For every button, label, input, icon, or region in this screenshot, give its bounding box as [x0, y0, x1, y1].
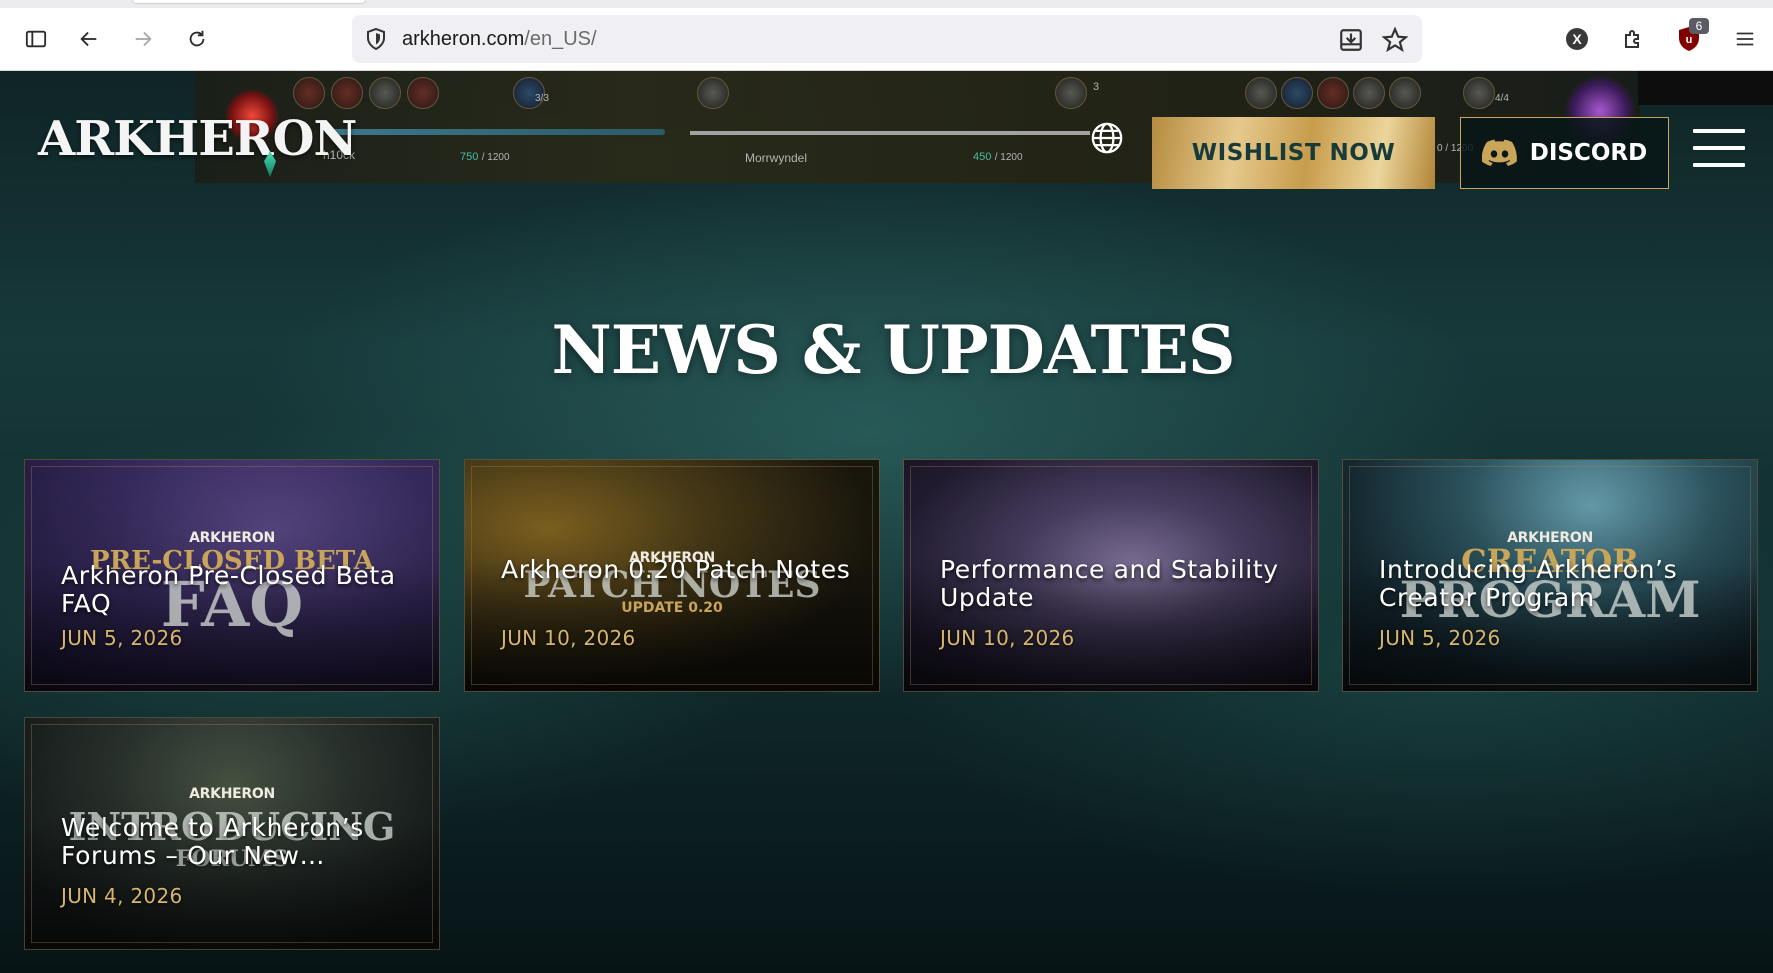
arkheron-logo[interactable]: ARKHERON — [38, 109, 357, 169]
card-art-line2: UPDATE 0.20 — [621, 600, 723, 616]
ability-slot — [697, 77, 729, 109]
wishlist-now-button[interactable]: WISHLIST NOW — [1152, 117, 1435, 189]
ability-slot — [331, 77, 363, 109]
news-card-forums[interactable]: ARKHERON INTRODUCING FORUMS Welcome to A… — [24, 717, 440, 950]
page-content: 3/3 3 4/4 h10ck 750 / 1200 Morrwyndel 45… — [0, 71, 1773, 973]
bookmark-star-icon[interactable] — [1382, 27, 1408, 53]
extension-x-label: X — [1566, 28, 1588, 50]
card-art-brand: ARKHERON — [189, 786, 275, 802]
news-card-creator-program[interactable]: ARKHERON CREATOR PROGRAM Introducing Ark… — [1342, 459, 1758, 692]
hud-count-right: 4/4 — [1495, 93, 1509, 104]
hud-bar-center — [690, 131, 1090, 135]
card-date: JUN 10, 2026 — [501, 626, 636, 650]
news-card-beta-faq[interactable]: ARKHERON PRE-CLOSED BETA FAQ Arkheron Pr… — [24, 459, 440, 692]
hud-left-value: 750 — [460, 151, 479, 163]
logo-text: ARKHERON — [38, 111, 357, 167]
card-date: JUN 5, 2026 — [1379, 626, 1501, 650]
url-text[interactable]: arkheron.com/en_US/ — [402, 15, 597, 63]
extensions-puzzle-icon[interactable] — [1616, 22, 1650, 56]
card-title[interactable]: Arkheron 0.20 Patch Notes — [501, 556, 861, 584]
card-title[interactable]: Performance and Stability Update — [940, 556, 1300, 612]
hud-right-max: / 1200 — [994, 152, 1023, 163]
ability-slot — [1389, 77, 1421, 109]
discord-label: DISCORD — [1529, 140, 1648, 166]
tab-strip — [0, 0, 1773, 8]
sidebar-toggle-icon[interactable] — [19, 22, 53, 56]
ability-slot — [1353, 77, 1385, 109]
ublock-badge: 6 — [1689, 18, 1709, 34]
hud-count-mid: 3 — [1093, 81, 1100, 93]
active-tab[interactable] — [132, 0, 366, 4]
ability-slot — [1245, 77, 1277, 109]
language-globe-icon[interactable] — [1090, 121, 1124, 155]
hud-bar-left — [325, 129, 665, 135]
hamburger-menu-icon[interactable] — [1693, 129, 1745, 167]
browser-toolbar: arkheron.com/en_US/ X u 6 — [0, 0, 1773, 71]
back-arrow-icon[interactable] — [72, 22, 106, 56]
url-path: /en_US/ — [524, 28, 597, 50]
ability-slot — [1281, 77, 1313, 109]
discord-button[interactable]: DISCORD — [1460, 117, 1669, 189]
card-date: JUN 5, 2026 — [61, 626, 183, 650]
url-host: arkheron.com — [402, 28, 525, 50]
extension-x-icon[interactable]: X — [1560, 22, 1594, 56]
forward-arrow-icon[interactable] — [126, 22, 160, 56]
card-title[interactable]: Welcome to Arkheron’s Forums – Our New… — [61, 814, 421, 870]
ability-slot — [407, 77, 439, 109]
ability-slot — [1055, 77, 1087, 109]
address-bar[interactable]: arkheron.com/en_US/ — [352, 15, 1422, 63]
ability-slot — [1463, 77, 1495, 109]
card-art-brand: ARKHERON — [189, 530, 275, 546]
hud-left-max: / 1200 — [481, 152, 510, 163]
hud-zone-name: Morrwyndel — [745, 151, 808, 165]
card-date: JUN 4, 2026 — [61, 884, 183, 908]
hud-right-value: 450 — [973, 151, 992, 163]
ability-slot — [293, 77, 325, 109]
app-menu-icon[interactable] — [1728, 22, 1762, 56]
news-card-patch-notes[interactable]: ARKHERON PATCH NOTES UPDATE 0.20 Arkhero… — [464, 459, 880, 692]
download-tray-icon[interactable] — [1338, 27, 1364, 53]
svg-text:u: u — [1686, 34, 1693, 46]
card-title[interactable]: Introducing Arkheron’s Creator Program — [1379, 556, 1739, 612]
ability-slot — [369, 77, 401, 109]
news-updates-heading: NEWS & UPDATES — [551, 311, 1235, 389]
ability-slot — [1317, 77, 1349, 109]
reload-icon[interactable] — [180, 22, 214, 56]
discord-icon — [1481, 139, 1517, 166]
hud-count-left: 3/3 — [535, 93, 549, 104]
card-date: JUN 10, 2026 — [940, 626, 1075, 650]
news-card-performance-update[interactable]: Performance and Stability Update JUN 10,… — [903, 459, 1319, 692]
ublock-origin-icon[interactable]: u 6 — [1672, 18, 1709, 56]
card-title[interactable]: Arkheron Pre-Closed Beta FAQ — [61, 562, 421, 618]
shield-icon[interactable] — [364, 27, 388, 51]
hud-overlay-strip — [1638, 71, 1773, 105]
